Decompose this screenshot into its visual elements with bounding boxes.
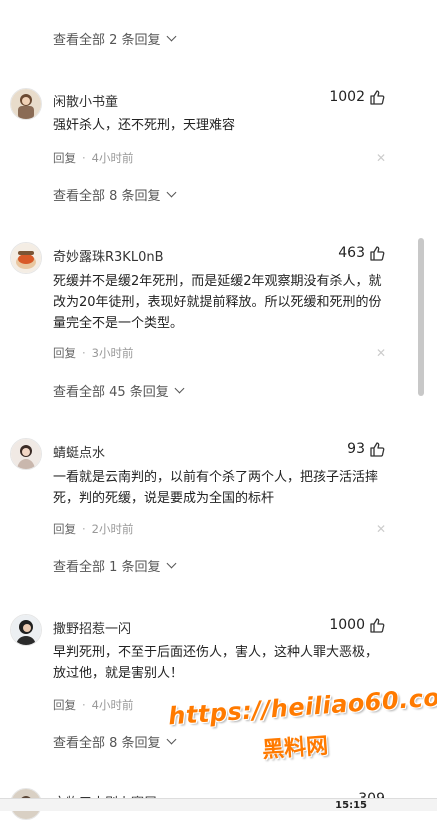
taskbar-clock: 15:15 (335, 800, 367, 811)
separator-dot: · (82, 698, 86, 712)
view-all-replies-button[interactable]: 查看全部 2 条回复 (53, 29, 176, 48)
separator-dot: · (82, 522, 86, 536)
comment-meta: 回复 · 2小时前 (53, 521, 133, 537)
avatar[interactable] (10, 242, 42, 274)
comment-meta: 回复 · 4小时前 (53, 697, 133, 713)
reply-button[interactable]: 回复 (53, 150, 76, 166)
scrollbar-thumb[interactable] (418, 238, 424, 396)
view-all-label: 查看全部 8 条回复 (53, 189, 161, 204)
view-all-replies-button[interactable]: 查看全部 1 条回复 (53, 556, 176, 575)
comment-meta: 回复 · 3小时前 (53, 345, 133, 361)
comment-text: 强奸杀人，还不死刑，天理难容 (53, 118, 236, 133)
close-icon[interactable]: ✕ (376, 151, 386, 165)
timestamp: 2小时前 (91, 522, 134, 536)
view-all-label: 查看全部 8 条回复 (53, 736, 161, 751)
chevron-down-icon (166, 734, 176, 745)
close-icon[interactable]: ✕ (376, 346, 386, 360)
reply-button[interactable]: 回复 (53, 521, 76, 537)
like-button[interactable]: 1000 (329, 617, 385, 633)
avatar[interactable] (10, 614, 42, 646)
avatar[interactable] (10, 88, 42, 120)
comment-text: 早判死刑，不至于后面还伤人，害人，这种人罪大恶极，放过他，就是害别人！ (53, 645, 379, 681)
chevron-down-icon (166, 558, 176, 569)
view-all-label: 查看全部 1 条回复 (53, 560, 161, 575)
watermark-url: https://heiliao60.com (167, 681, 437, 731)
username[interactable]: 蜻蜓点水 (53, 442, 105, 461)
comment-meta: 回复 · 4小时前 (53, 150, 133, 166)
view-all-replies-button[interactable]: 查看全部 8 条回复 (53, 732, 176, 751)
like-count: 1000 (329, 617, 365, 633)
like-button[interactable]: 1002 (329, 89, 385, 105)
timestamp: 4小时前 (91, 151, 134, 165)
timestamp: 4小时前 (91, 698, 134, 712)
separator-dot: · (82, 151, 86, 165)
thumbs-up-icon (370, 90, 385, 105)
comment-text: 死缓并不是缓2年死刑，而是延缓2年观察期没有杀人，就改为20年徒刑，表现好就提前… (53, 274, 382, 331)
chevron-down-icon (166, 31, 176, 42)
close-icon[interactable]: ✕ (376, 522, 386, 536)
reply-button[interactable]: 回复 (53, 697, 76, 713)
reply-button[interactable]: 回复 (53, 345, 76, 361)
username[interactable]: 奇妙露珠R3KL0nB (53, 246, 164, 265)
watermark-name: 黑料网 (261, 733, 329, 764)
view-all-label: 查看全部 45 条回复 (53, 385, 169, 400)
view-all-label: 查看全部 2 条回复 (53, 33, 161, 48)
like-count: 93 (347, 441, 365, 457)
like-button[interactable]: 93 (347, 441, 385, 457)
separator-dot: · (82, 346, 86, 360)
comment-text: 一看就是云南判的，以前有个杀了两个人，把孩子活活摔死，判的死缓，说是要成为全国的… (53, 470, 379, 506)
view-all-replies-button[interactable]: 查看全部 8 条回复 (53, 185, 176, 204)
taskbar (0, 798, 437, 811)
view-all-replies-button[interactable]: 查看全部 45 条回复 (53, 381, 185, 400)
like-count: 463 (338, 245, 365, 261)
thumbs-up-icon (370, 618, 385, 633)
username[interactable]: 撒野招惹一闪 (53, 618, 131, 637)
like-button[interactable]: 463 (338, 245, 385, 261)
avatar[interactable] (10, 438, 42, 470)
timestamp: 3小时前 (91, 346, 134, 360)
like-count: 1002 (329, 89, 365, 105)
thumbs-up-icon (370, 246, 385, 261)
chevron-down-icon (174, 383, 185, 394)
chevron-down-icon (166, 187, 176, 198)
thumbs-up-icon (370, 442, 385, 457)
username[interactable]: 闲散小书童 (53, 91, 118, 110)
